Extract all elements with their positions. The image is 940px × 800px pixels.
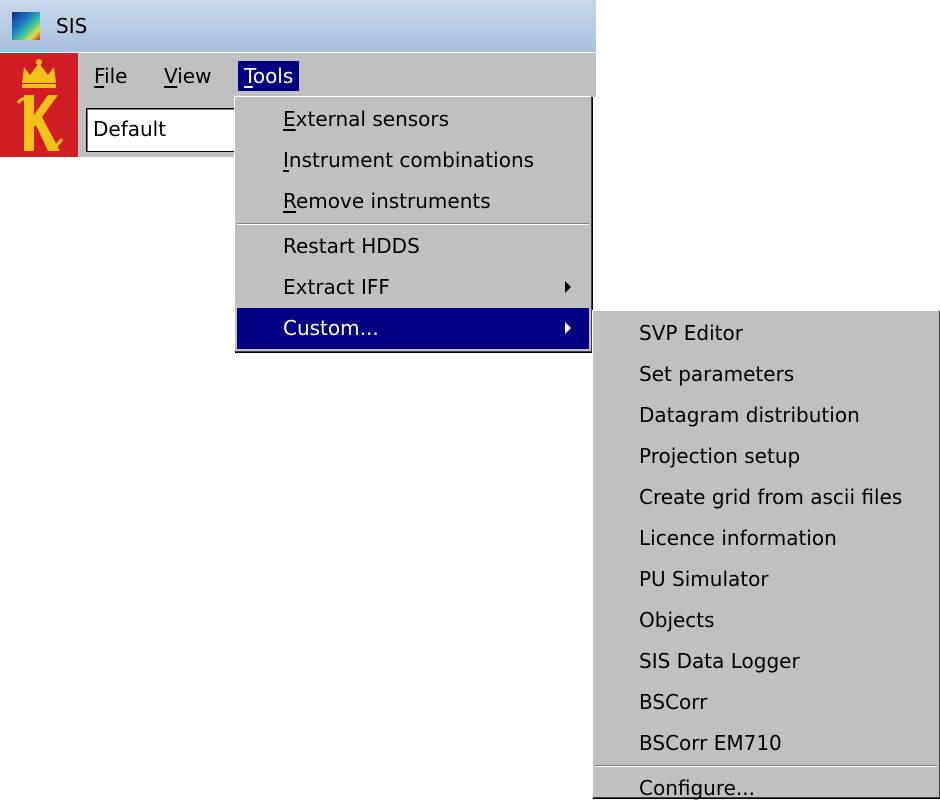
menu-item-create-grid[interactable]: Create grid from ascii files	[595, 477, 937, 518]
menu-tools[interactable]: Tools	[238, 61, 300, 91]
kongsberg-crest-logo	[0, 53, 78, 157]
menu-item-restart-hdds[interactable]: Restart HDDS	[237, 226, 589, 267]
menu-item-svp-editor[interactable]: SVP Editor	[595, 313, 937, 354]
menu-item-datagram-distribution[interactable]: Datagram distribution	[595, 395, 937, 436]
menu-item-extract-iff[interactable]: Extract IFF	[237, 267, 589, 308]
menu-item-pu-simulator[interactable]: PU Simulator	[595, 559, 937, 600]
tools-menu: External sensors Instrument combinations…	[234, 96, 592, 352]
menu-view[interactable]: View	[158, 61, 217, 91]
menu-item-bscorr[interactable]: BSCorr	[595, 682, 937, 723]
menu-separator	[595, 765, 937, 767]
menu-item-instrument-combinations[interactable]: Instrument combinations	[237, 140, 589, 181]
menu-item-set-parameters[interactable]: Set parameters	[595, 354, 937, 395]
menu-file[interactable]: File	[88, 61, 133, 91]
menu-item-remove-instruments[interactable]: Remove instruments	[237, 181, 589, 222]
menu-item-external-sensors[interactable]: External sensors	[237, 99, 589, 140]
menu-item-objects[interactable]: Objects	[595, 600, 937, 641]
custom-submenu: SVP Editor Set parameters Datagram distr…	[592, 310, 940, 800]
menu-item-projection-setup[interactable]: Projection setup	[595, 436, 937, 477]
menu-bar: File View Tools	[78, 53, 596, 97]
profile-select[interactable]: Default	[86, 108, 236, 152]
menu-item-custom[interactable]: Custom...	[237, 308, 589, 349]
menu-separator	[237, 223, 589, 225]
submenu-arrow-icon	[565, 322, 571, 334]
menu-item-configure[interactable]: Configure...	[595, 768, 937, 800]
menu-item-sis-data-logger[interactable]: SIS Data Logger	[595, 641, 937, 682]
menu-item-bscorr-em710[interactable]: BSCorr EM710	[595, 723, 937, 764]
profile-value: Default	[93, 117, 167, 141]
menu-item-licence-information[interactable]: Licence information	[595, 518, 937, 559]
sis-app-icon[interactable]	[12, 12, 40, 40]
window-title: SIS	[56, 14, 88, 38]
title-bar: SIS	[0, 0, 596, 52]
submenu-arrow-icon	[565, 281, 571, 293]
